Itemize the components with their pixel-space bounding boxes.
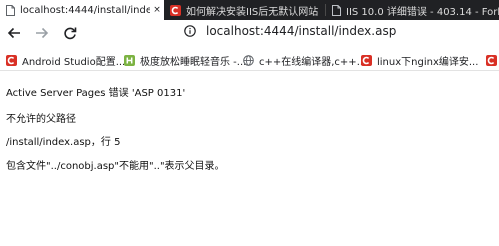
red-c-icon [486,54,497,66]
bookmark-label: linux下nginx编译安... [377,56,479,68]
bookmark-sleep-music[interactable]: 极度放松睡眠轻音乐 -... [124,49,247,70]
error-detail: 包含文件"../conobj.asp"不能用".."表示父目录。 [6,161,225,172]
forward-button[interactable] [31,24,53,46]
globe-icon [243,54,254,66]
green-h-icon [124,54,135,66]
red-c-icon [170,4,181,16]
address-bar[interactable]: localhost:4444/install/index.asp [184,24,396,38]
error-location: /install/index.asp，行 5 [6,137,121,148]
reload-button[interactable] [59,24,81,46]
error-heading: Active Server Pages 错误 'ASP 0131' [6,88,186,99]
red-c-icon [6,54,17,66]
bookmark-label: c++在线编译器,c++... [259,56,367,68]
close-tab-icon[interactable]: × [152,5,162,15]
page-icon [332,4,341,16]
bookmark-cpp-compiler[interactable]: c++在线编译器,c++... [243,49,367,70]
site-info-icon[interactable] [184,25,196,37]
tab-localhost-install[interactable]: localhost:4444/install/index.a × [0,0,164,20]
forward-arrow-icon [35,25,49,44]
bookmark-label: 极度放松睡眠轻音乐 -... [140,56,247,68]
back-button[interactable] [3,24,25,46]
url-text[interactable]: localhost:4444/install/index.asp [206,24,396,38]
bookmark-linux-nginx[interactable]: linux下nginx编译安... [361,49,479,70]
bookmark-label: Android Studio配置... [22,56,126,68]
error-description: 不允许的父路径 [6,114,76,125]
bookmarks-bar: Android Studio配置... 极度放松睡眠轻音乐 -... c++在线… [0,49,499,71]
back-arrow-icon [7,25,21,44]
reload-icon [63,25,77,44]
tab-title: IIS 10.0 详细错误 - 403.14 - Forbi [346,6,499,18]
bookmark-partial[interactable] [486,49,499,70]
bookmark-android-studio[interactable]: Android Studio配置... [6,49,126,70]
page-icon [6,4,15,16]
tab-title: 如何解决安装IIS后无默认网站 [186,6,319,18]
tab-iis-default-site[interactable]: 如何解决安装IIS后无默认网站 [164,0,326,20]
red-c-icon [361,54,372,66]
tab-strip: localhost:4444/install/index.a × 如何解决安装I… [0,0,499,20]
tab-title: localhost:4444/install/index.a [20,4,150,16]
tab-iis-error[interactable]: IIS 10.0 详细错误 - 403.14 - Forbi [326,0,499,20]
